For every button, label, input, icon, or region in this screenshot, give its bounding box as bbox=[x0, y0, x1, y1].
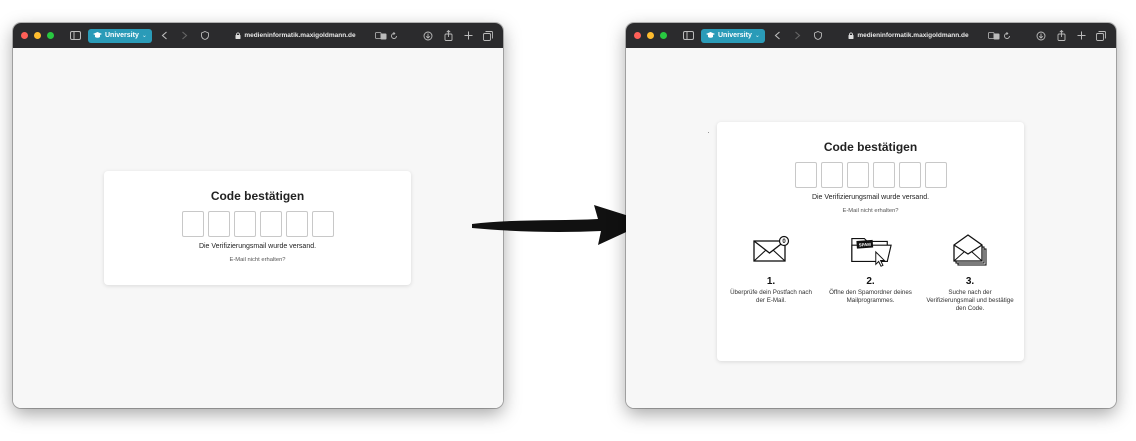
sent-message: Die Verifizierungsmail wurde versand. bbox=[198, 243, 317, 250]
shield-icon[interactable] bbox=[811, 29, 825, 43]
help-step-3: 3. Suche nach der Verifizierungsmail und… bbox=[924, 232, 1016, 312]
lock-icon bbox=[235, 32, 241, 39]
translate-icon[interactable] bbox=[987, 31, 1000, 40]
tab-group-button[interactable]: University ⌄ bbox=[88, 28, 152, 43]
page-content: Code bestätigen Die Verifizierungsmail w… bbox=[13, 48, 503, 408]
minimize-window-button[interactable] bbox=[647, 32, 654, 39]
resend-link[interactable]: E-Mail nicht erhalten? bbox=[717, 208, 1024, 214]
step-number: 1. bbox=[766, 276, 776, 287]
resend-link[interactable]: E-Mail nicht erhalten? bbox=[104, 257, 411, 263]
open-envelope-stack-icon bbox=[948, 232, 992, 268]
reload-icon[interactable] bbox=[390, 31, 398, 40]
browser-window-after: University ⌄ medieninformatik.maxigoldma… bbox=[626, 23, 1116, 408]
tab-group-label: University bbox=[718, 32, 752, 39]
sidebar-icon[interactable] bbox=[68, 29, 82, 43]
step-text: Öffne den Spamordner deines Mailprogramm… bbox=[829, 289, 912, 304]
address-bar[interactable]: medieninformatik.maxigoldmann.de bbox=[831, 29, 1028, 43]
share-icon[interactable] bbox=[1054, 29, 1068, 43]
step-number: 2. bbox=[866, 276, 875, 287]
envelope-icon: 0 bbox=[749, 232, 793, 268]
code-digit-4[interactable] bbox=[872, 162, 895, 188]
verification-card: Code bestätigen Die Verifizierungsmail w… bbox=[104, 171, 411, 285]
verification-card: Code bestätigen Die Verifizierungsmail w… bbox=[717, 122, 1024, 361]
comparison-stage: University ⌄ medieninformatik.maxigoldma… bbox=[0, 0, 1136, 441]
new-tab-icon[interactable] bbox=[1074, 29, 1088, 43]
code-digit-3[interactable] bbox=[846, 162, 869, 188]
download-icon[interactable] bbox=[421, 29, 435, 43]
maximize-window-button[interactable] bbox=[47, 32, 54, 39]
chevron-down-icon: ⌄ bbox=[754, 33, 760, 39]
sidebar-icon[interactable] bbox=[681, 29, 695, 43]
code-input-row bbox=[104, 211, 411, 237]
code-digit-2[interactable] bbox=[820, 162, 843, 188]
code-digit-1[interactable] bbox=[794, 162, 817, 188]
step-text: Suche nach der Verifizierungsmail und be… bbox=[926, 289, 1014, 312]
graduation-cap-icon bbox=[706, 32, 715, 38]
tab-group-button[interactable]: University ⌄ bbox=[701, 28, 765, 43]
back-icon[interactable] bbox=[771, 29, 785, 43]
new-tab-icon[interactable] bbox=[461, 29, 475, 43]
address-bar[interactable]: medieninformatik.maxigoldmann.de bbox=[218, 29, 415, 43]
code-digit-4[interactable] bbox=[259, 211, 282, 237]
lock-icon bbox=[848, 32, 854, 39]
card-title: Code bestätigen bbox=[210, 189, 305, 203]
card-title: Code bestätigen bbox=[823, 140, 918, 154]
arrow-right-icon bbox=[472, 205, 648, 245]
code-input-row bbox=[717, 162, 1024, 188]
translate-icon[interactable] bbox=[374, 31, 387, 40]
code-digit-5[interactable] bbox=[285, 211, 308, 237]
code-digit-2[interactable] bbox=[207, 211, 230, 237]
close-window-button[interactable] bbox=[21, 32, 28, 39]
page-content: Code bestätigen Die Verifizierungsmail w… bbox=[626, 48, 1116, 408]
tab-overview-icon[interactable] bbox=[481, 29, 495, 43]
code-digit-5[interactable] bbox=[898, 162, 921, 188]
stray-dot bbox=[708, 132, 709, 133]
maximize-window-button[interactable] bbox=[660, 32, 667, 39]
shield-icon[interactable] bbox=[198, 29, 212, 43]
code-digit-6[interactable] bbox=[924, 162, 947, 188]
graduation-cap-icon bbox=[93, 32, 102, 38]
tab-overview-icon[interactable] bbox=[1094, 29, 1108, 43]
help-step-2: SPAM 2. Öffne den Spamordner deines Mail… bbox=[825, 232, 917, 312]
code-digit-1[interactable] bbox=[181, 211, 204, 237]
download-icon[interactable] bbox=[1034, 29, 1048, 43]
tab-group-label: University bbox=[105, 32, 139, 39]
close-window-button[interactable] bbox=[634, 32, 641, 39]
browser-window-before: University ⌄ medieninformatik.maxigoldma… bbox=[13, 23, 503, 408]
browser-toolbar: University ⌄ medieninformatik.maxigoldma… bbox=[13, 23, 503, 48]
spam-folder-icon: SPAM bbox=[849, 232, 893, 268]
code-digit-3[interactable] bbox=[233, 211, 256, 237]
help-steps: 0 1. Überprüfe dein Postfach nach der E-… bbox=[717, 232, 1024, 312]
step-number: 3. bbox=[965, 276, 975, 287]
address-text: medieninformatik.maxigoldmann.de bbox=[857, 32, 969, 39]
address-text: medieninformatik.maxigoldmann.de bbox=[244, 32, 356, 39]
forward-icon[interactable] bbox=[791, 29, 805, 43]
reload-icon[interactable] bbox=[1003, 31, 1011, 40]
chevron-down-icon: ⌄ bbox=[141, 33, 147, 39]
share-icon[interactable] bbox=[441, 29, 455, 43]
forward-icon[interactable] bbox=[178, 29, 192, 43]
code-digit-6[interactable] bbox=[311, 211, 334, 237]
help-step-1: 0 1. Überprüfe dein Postfach nach der E-… bbox=[725, 232, 817, 312]
back-icon[interactable] bbox=[158, 29, 172, 43]
browser-toolbar: University ⌄ medieninformatik.maxigoldma… bbox=[626, 23, 1116, 48]
minimize-window-button[interactable] bbox=[34, 32, 41, 39]
sent-message: Die Verifizierungsmail wurde versand. bbox=[811, 194, 930, 201]
step-text: Überprüfe dein Postfach nach der E-Mail. bbox=[730, 289, 812, 304]
spam-label: SPAM bbox=[858, 242, 871, 248]
